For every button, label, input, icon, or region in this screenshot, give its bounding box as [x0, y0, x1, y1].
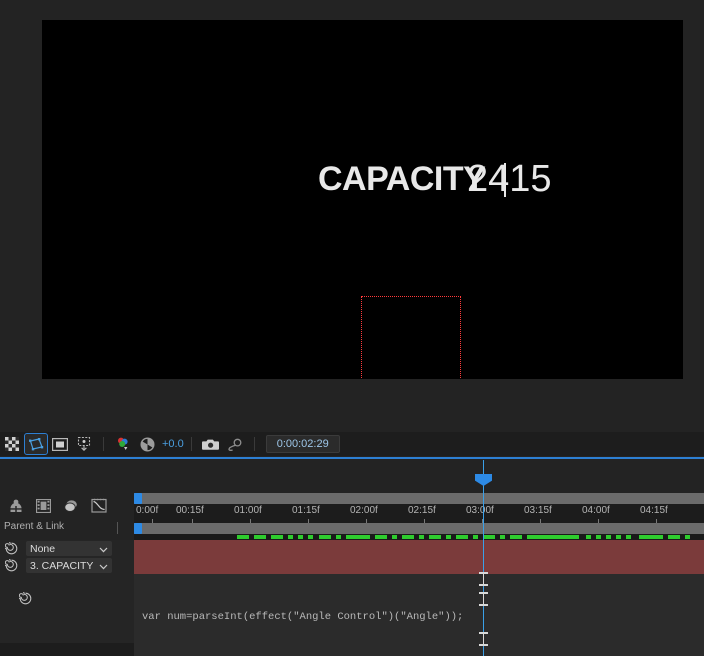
capacity-label-text: CAPACITY — [318, 160, 486, 198]
ruler-tick-label: 03:15f — [524, 505, 552, 516]
toolbar-divider-3 — [253, 437, 255, 451]
ruler-tick-label: 00:15f — [176, 505, 204, 516]
shape-mask-rect[interactable] — [361, 296, 461, 379]
table-row[interactable] — [0, 626, 704, 644]
playhead[interactable] — [475, 460, 492, 656]
text-edit-caret — [504, 163, 506, 197]
region-of-interest-icon[interactable] — [49, 434, 71, 454]
layer-track-1[interactable] — [134, 557, 704, 574]
exposure-value[interactable]: +0.0 — [162, 438, 184, 450]
active-panel-indicator — [0, 457, 704, 459]
chevron-down-icon — [99, 557, 108, 575]
table-row[interactable] — [0, 590, 704, 608]
composition-canvas[interactable]: CAPACITY 2415 — [42, 20, 683, 379]
frame-blending-icon[interactable] — [35, 498, 52, 518]
empty-cell-c — [0, 626, 134, 643]
track-empty-bg-b — [134, 590, 704, 607]
parent-dropdown-1[interactable]: 3. CAPACITY — [26, 558, 112, 573]
text-cursor-icon — [479, 592, 488, 606]
layer-duration-bar-0[interactable] — [134, 540, 704, 557]
viewer-toolbar-snapshot-group — [199, 434, 247, 454]
pickwhip-spiral-icon[interactable] — [0, 558, 22, 574]
ruler-tick-label: 01:15f — [292, 505, 320, 516]
work-area-bar[interactable] — [134, 523, 704, 534]
bounding-box-icon[interactable] — [73, 434, 95, 454]
layer-duration-bar-1[interactable] — [134, 557, 704, 574]
empty-track-b[interactable] — [134, 590, 704, 607]
parent-dropdown-0[interactable]: None — [26, 541, 112, 556]
expression-row-left-gutter — [0, 607, 134, 627]
ruler-tick-label: 0:00f — [136, 505, 159, 516]
work-area-start-handle[interactable] — [134, 523, 142, 534]
ruler-tick-label: 02:15f — [408, 505, 436, 516]
ruler-tick-label: 01:00f — [234, 505, 262, 516]
pickwhip-spiral-icon[interactable] — [14, 591, 36, 607]
track-empty-bg-c — [134, 626, 704, 643]
toolbar-divider-1 — [103, 437, 104, 451]
table-row[interactable]: 3. CAPACITY — [0, 557, 704, 575]
empty-track-c[interactable] — [134, 626, 704, 643]
layer-parent-cell-1[interactable]: 3. CAPACITY — [0, 557, 134, 574]
table-row[interactable] — [0, 643, 704, 656]
toolbar-divider-2 — [190, 437, 192, 451]
timeline-panel[interactable]: 0:00f 00:15f 01:00f 01:15f 02:00f 02:15f 03:00… — [0, 460, 704, 656]
viewer-toolbar-left-group — [0, 433, 96, 455]
ruler-tick-label: 04:00f — [582, 505, 610, 516]
shy-layers-icon[interactable] — [8, 499, 24, 518]
empty-cell-d — [0, 643, 134, 656]
show-snapshot-icon[interactable] — [224, 434, 246, 454]
table-row[interactable] — [0, 574, 704, 591]
timeline-zoom-bar[interactable] — [134, 493, 704, 504]
table-row[interactable]: None — [0, 540, 704, 558]
expression-editor-row[interactable]: var num=parseInt(effect("Angle Control")… — [134, 607, 704, 627]
ruler-tick-label: 04:15f — [640, 505, 668, 516]
motion-blur-icon[interactable] — [63, 499, 79, 518]
column-separator[interactable] — [117, 522, 118, 534]
empty-track-a[interactable] — [134, 574, 704, 590]
expression-text[interactable]: var num=parseInt(effect("Angle Control")… — [134, 611, 463, 623]
empty-track-d[interactable] — [134, 643, 704, 656]
text-cursor-icon — [479, 632, 488, 646]
layer-rows: None 3. CAPACITY var num=parseInt(effect… — [0, 534, 704, 656]
viewer-toolbar[interactable]: +0.0 0:00:02:29 — [0, 432, 704, 456]
parent-dropdown-label-0: None — [30, 542, 56, 555]
empty-cell-a — [0, 574, 134, 590]
zoom-bar-start-handle[interactable] — [134, 493, 142, 504]
snapshot-camera-icon[interactable] — [200, 434, 222, 454]
text-cursor-icon — [479, 572, 488, 586]
after-effects-window: CAPACITY 2415 +0.0 0:00:02:29 0:00f 00:1… — [0, 0, 704, 656]
playhead-handle[interactable] — [475, 474, 492, 486]
chevron-down-icon — [99, 540, 108, 558]
expression-toggle-cell[interactable] — [0, 590, 148, 607]
ruler-tick-label: 03:00f — [466, 505, 494, 516]
track-empty-bg-d — [134, 643, 704, 656]
layer-column-header: Parent & Link — [0, 521, 134, 534]
parent-dropdown-label-1: 3. CAPACITY — [30, 559, 94, 572]
graph-editor-icon[interactable] — [91, 498, 107, 518]
track-empty-bg-a — [134, 574, 704, 590]
color-channels-icon[interactable] — [112, 434, 134, 454]
timeline-switch-bar[interactable] — [0, 493, 142, 523]
ruler-tick-label: 02:00f — [350, 505, 378, 516]
capacity-number-text: 2415 — [467, 158, 552, 200]
parent-and-link-header: Parent & Link — [4, 521, 65, 532]
layer-track-0[interactable] — [134, 540, 704, 557]
pickwhip-spiral-icon[interactable] — [0, 541, 22, 557]
exposure-icon[interactable] — [136, 434, 158, 454]
transparency-grid-icon[interactable] — [1, 434, 23, 454]
current-timecode[interactable]: 0:00:02:29 — [265, 435, 340, 453]
viewer-toolbar-mid-group: +0.0 — [111, 434, 184, 454]
composition-viewer[interactable]: CAPACITY 2415 — [0, 0, 704, 430]
mask-outline-icon[interactable] — [24, 433, 48, 455]
timeline-ruler[interactable]: 0:00f 00:15f 01:00f 01:15f 02:00f 02:15f 03:00… — [134, 493, 704, 524]
layer-parent-cell-0[interactable]: None — [0, 540, 134, 557]
